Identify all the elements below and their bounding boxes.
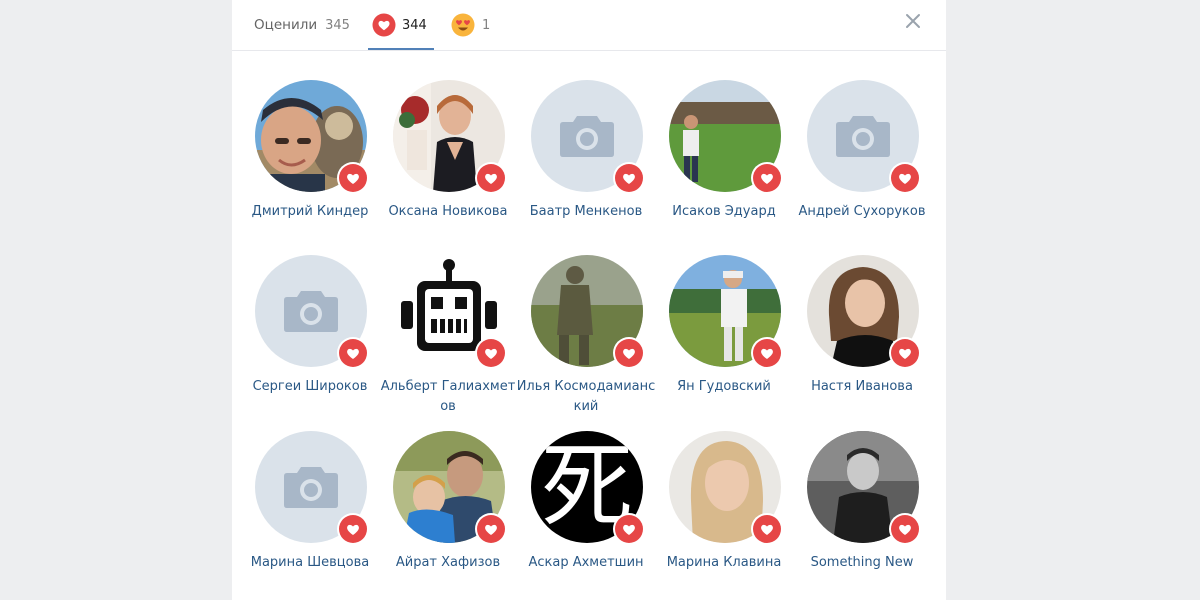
heart-eyes-reaction-icon (451, 13, 475, 37)
heart-icon (897, 521, 913, 537)
tab-all-count: 345 (325, 17, 350, 33)
tab-all-reactions[interactable]: Оценили 345 (254, 0, 350, 50)
user-name[interactable]: Аскар Ахметшин (516, 553, 656, 573)
camera-placeholder-icon (835, 114, 891, 158)
user-name[interactable]: Something New (792, 553, 932, 573)
tab-heart-eyes-count: 1 (482, 17, 491, 33)
heart-icon (483, 345, 499, 361)
close-icon (905, 13, 921, 29)
heart-icon (345, 521, 361, 537)
user-name[interactable]: Сергеи Широков (240, 377, 380, 397)
reaction-badge (475, 513, 507, 545)
reaction-badge (475, 337, 507, 369)
reaction-badge (613, 513, 645, 545)
user-name[interactable]: Настя Иванова (792, 377, 932, 397)
reaction-badge (751, 337, 783, 369)
reaction-badge (613, 337, 645, 369)
camera-placeholder-icon (283, 465, 339, 509)
user-name[interactable]: Альберт Галиахметов (378, 377, 518, 417)
user-name[interactable]: Марина Клавина (654, 553, 794, 573)
heart-icon (345, 345, 361, 361)
user-name[interactable]: Айрат Хафизов (378, 553, 518, 573)
active-tab-indicator (368, 48, 434, 50)
reaction-badge (475, 162, 507, 194)
reaction-badge (613, 162, 645, 194)
user-name[interactable]: Марина Шевцова (240, 553, 380, 573)
camera-placeholder-icon (559, 114, 615, 158)
user-name[interactable]: Баатр Менкенов (516, 202, 656, 222)
user-name[interactable]: Ян Гудовский (654, 377, 794, 397)
reaction-badge (337, 337, 369, 369)
tab-heart-count: 344 (402, 17, 427, 33)
user-name[interactable]: Илья Космодамианский (516, 377, 656, 417)
heart-reaction-icon (372, 13, 396, 37)
heart-icon (621, 170, 637, 186)
close-button[interactable] (902, 10, 924, 32)
heart-icon (897, 345, 913, 361)
user-name[interactable]: Исаков Эдуард (654, 202, 794, 222)
user-name[interactable]: Оксана Новикова (378, 202, 518, 222)
reaction-badge (889, 337, 921, 369)
heart-icon (621, 521, 637, 537)
reactions-dialog: Оценили 345 344 1 Дмитрий Киндер Оксана … (232, 0, 946, 600)
reaction-tabs: Оценили 345 344 1 (232, 0, 946, 51)
camera-placeholder-icon (283, 289, 339, 333)
heart-icon (483, 521, 499, 537)
reaction-badge (889, 162, 921, 194)
heart-icon (897, 170, 913, 186)
reaction-badge (337, 513, 369, 545)
heart-icon (345, 170, 361, 186)
tab-heart-eyes-reactions[interactable]: 1 (451, 0, 490, 50)
reaction-badge (751, 513, 783, 545)
heart-icon (759, 345, 775, 361)
heart-icon (483, 170, 499, 186)
reaction-badge (337, 162, 369, 194)
heart-icon (621, 345, 637, 361)
tab-heart-reactions[interactable]: 344 (372, 0, 427, 50)
user-name[interactable]: Дмитрий Киндер (240, 202, 380, 222)
reaction-badge (751, 162, 783, 194)
reaction-badge (889, 513, 921, 545)
heart-icon (759, 521, 775, 537)
user-name[interactable]: Андрей Сухоруков (792, 202, 932, 222)
heart-icon (759, 170, 775, 186)
tab-all-label: Оценили (254, 17, 318, 33)
